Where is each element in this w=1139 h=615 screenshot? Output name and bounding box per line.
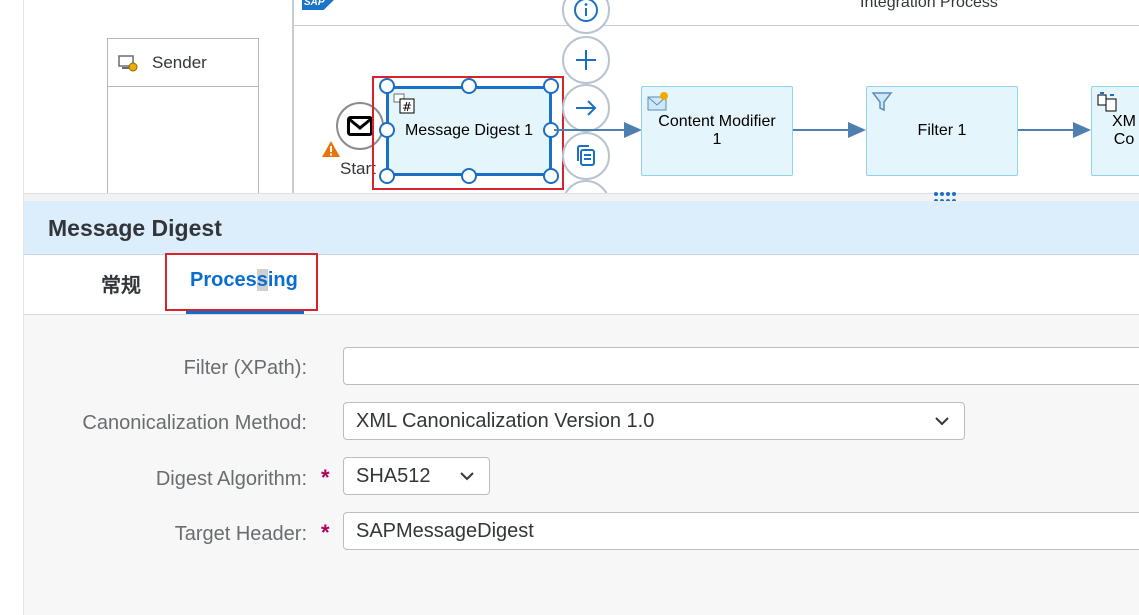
connector-filter-xml[interactable] [1018, 129, 1076, 131]
step-message-digest[interactable]: # Message Digest 1 [386, 86, 552, 176]
resize-handle-nw[interactable] [379, 78, 395, 94]
step-filter-label: Filter 1 [917, 122, 967, 139]
step-filter[interactable]: Filter 1 [866, 86, 1018, 176]
chevron-down-icon [935, 417, 949, 426]
resize-handle-ne[interactable] [543, 78, 559, 94]
start-label: Start [340, 159, 376, 178]
processing-form: Filter (XPath): Canonicalization Method:… [24, 315, 1139, 615]
resize-handle-w[interactable] [379, 122, 395, 138]
add-button[interactable] [562, 36, 610, 84]
connector-arrowhead [848, 122, 866, 138]
resize-handle-se[interactable] [543, 168, 559, 184]
resize-handle-sw[interactable] [379, 168, 395, 184]
diagram-canvas[interactable]: SAP Integration Process Sender Start # M… [24, 0, 1139, 195]
sender-header: Sender [108, 39, 258, 87]
connector-arrowhead [1073, 122, 1091, 138]
info-icon [574, 0, 598, 22]
filter-xpath-label: Filter (XPath): [183, 357, 307, 379]
digest-algorithm-select[interactable]: SHA512 [343, 457, 490, 495]
info-button[interactable] [562, 0, 610, 34]
resize-handle-n[interactable] [461, 78, 477, 94]
sender-participant[interactable]: Sender [107, 38, 259, 195]
plus-icon [576, 50, 596, 70]
copy-icon [577, 145, 595, 166]
envelope-icon [347, 116, 373, 136]
panel-title: Message Digest [48, 215, 222, 241]
target-header-required-mark: * [321, 520, 330, 545]
connector-modifier-filter[interactable] [793, 129, 851, 131]
message-digest-icon: # [393, 93, 415, 114]
target-header-label: Target Header: [174, 523, 307, 545]
step-xml-converter[interactable]: XM Co [1091, 86, 1139, 176]
sap-logo: SAP [302, 0, 338, 10]
canonicalization-method-label: Canonicalization Method: [82, 412, 307, 434]
chevron-down-icon [460, 472, 474, 481]
left-strip [0, 0, 24, 615]
tab-general[interactable]: 常规 [101, 269, 141, 298]
canonicalization-method-value: XML Canonicalization Version 1.0 [356, 409, 655, 432]
app-root: SAP Integration Process Sender Start # M… [0, 0, 1139, 615]
panel-resize-bar[interactable] [24, 193, 1139, 201]
pool-border [292, 0, 294, 195]
pool-header-divider [294, 25, 1139, 26]
connector-digest-modifier[interactable] [554, 129, 626, 131]
sender-system-icon [118, 54, 138, 71]
digest-algorithm-value: SHA512 [356, 464, 431, 487]
resize-handle-s[interactable] [461, 168, 477, 184]
warning-icon[interactable] [321, 140, 341, 158]
properties-tabbar: 常规 Processing [24, 253, 1139, 315]
copy-button[interactable] [562, 132, 610, 180]
integration-process-title: Integration Process [860, 0, 998, 11]
target-header-input[interactable]: SAPMessageDigest [343, 512, 1139, 550]
step-message-digest-label: Message Digest 1 [404, 122, 534, 139]
filter-xpath-input[interactable] [343, 347, 1139, 385]
arrow-right-icon [576, 100, 597, 116]
canonicalization-method-select[interactable]: XML Canonicalization Version 1.0 [343, 402, 965, 440]
tab-processing[interactable]: Processing [190, 269, 298, 292]
digest-algorithm-required-mark: * [321, 465, 330, 490]
svg-text:#: # [402, 100, 412, 114]
sender-label: Sender [152, 52, 207, 72]
filter-funnel-icon [871, 92, 893, 112]
active-tab-indicator [186, 311, 304, 314]
content-modifier-icon [647, 92, 668, 111]
connect-button[interactable] [562, 84, 610, 132]
properties-panel-header: Message Digest [24, 201, 1139, 255]
step-content-modifier-label: Content Modifier 1 [658, 113, 776, 148]
step-xml-converter-label: XM Co [1112, 113, 1136, 148]
step-content-modifier[interactable]: Content Modifier 1 [641, 86, 793, 176]
xml-converter-icon [1097, 92, 1117, 112]
digest-algorithm-label: Digest Algorithm: [155, 468, 307, 490]
connector-arrowhead [624, 122, 642, 138]
